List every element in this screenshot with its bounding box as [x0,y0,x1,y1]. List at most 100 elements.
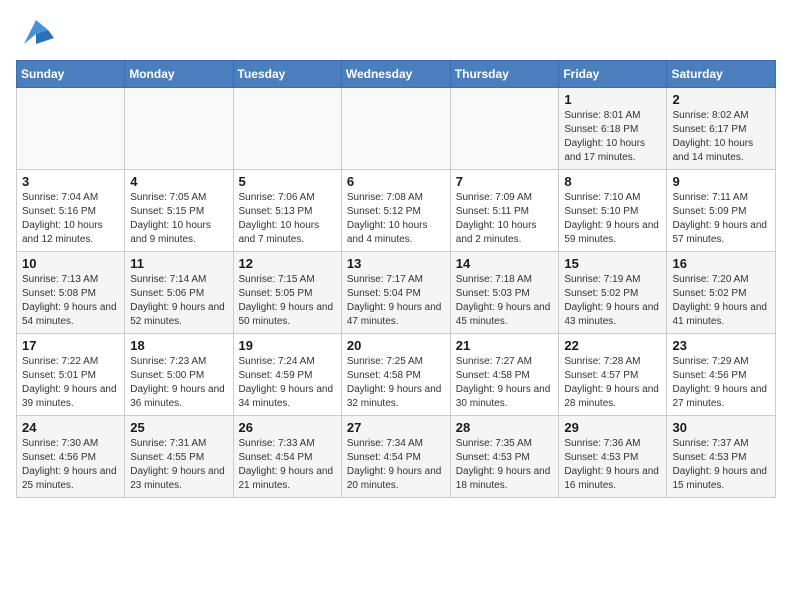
calendar-cell: 13 Sunrise: 7:17 AM Sunset: 5:04 PM Dayli… [341,252,450,334]
day-number: 23 [672,338,770,353]
calendar-cell: 2Sunrise: 8:02 AM Sunset: 6:17 PM Daylig… [667,88,776,170]
day-number: 5 [239,174,336,189]
day-info: Sunrise: 7:17 AM Sunset: 5:04 PM Dayligh… [347,273,445,329]
day-number: 2 [672,92,770,107]
calendar-cell: 10Sunrise: 7:13 AM Sunset: 5:08 PM Dayli… [17,252,125,334]
week-row-2: 3 Sunrise: 7:04 AM Sunset: 5:16 PM Daylig… [17,170,776,252]
day-info: Sunrise: 7:35 AM Sunset: 4:53 PM Dayligh… [456,437,554,493]
day-info: Sunrise: 7:15 AM Sunset: 5:05 PM Dayligh… [239,273,336,329]
weekday-header-friday: Friday [559,61,667,88]
calendar-cell: 16 Sunrise: 7:20 AM Sunset: 5:02 PM Dayli… [667,252,776,334]
day-number: 30 [672,420,770,435]
day-number: 18 [130,338,227,353]
calendar-cell: 4 Sunrise: 7:05 AM Sunset: 5:15 PM Daylig… [125,170,233,252]
weekday-header-thursday: Thursday [450,61,559,88]
day-number: 24 [22,420,119,435]
week-row-4: 17 Sunrise: 7:22 AM Sunset: 5:01 PM Dayli… [17,334,776,416]
day-info: Sunrise: 7:29 AM Sunset: 4:56 PM Dayligh… [672,355,770,411]
day-number: 9 [672,174,770,189]
day-info: Sunrise: 7:18 AM Sunset: 5:03 PM Dayligh… [456,273,554,329]
calendar-cell [17,88,125,170]
day-number: 7 [456,174,554,189]
day-info: Sunrise: 8:01 AM Sunset: 6:18 PM Dayligh… [564,109,661,165]
calendar-cell [233,88,341,170]
day-number: 16 [672,256,770,271]
day-number: 25 [130,420,227,435]
weekday-header-wednesday: Wednesday [341,61,450,88]
day-number: 13 [347,256,445,271]
weekday-header-tuesday: Tuesday [233,61,341,88]
day-info: Sunrise: 7:11 AM Sunset: 5:09 PM Dayligh… [672,191,770,247]
calendar-cell: 8 Sunrise: 7:10 AM Sunset: 5:10 PM Daylig… [559,170,667,252]
day-number: 20 [347,338,445,353]
calendar-cell: 21 Sunrise: 7:27 AM Sunset: 4:58 PM Dayli… [450,334,559,416]
weekday-header-sunday: Sunday [17,61,125,88]
day-info: Sunrise: 7:27 AM Sunset: 4:58 PM Dayligh… [456,355,554,411]
calendar-cell: 27 Sunrise: 7:34 AM Sunset: 4:54 PM Dayli… [341,416,450,498]
day-info: Sunrise: 7:04 AM Sunset: 5:16 PM Dayligh… [22,191,119,247]
day-info: Sunrise: 7:06 AM Sunset: 5:13 PM Dayligh… [239,191,336,247]
calendar: SundayMondayTuesdayWednesdayThursdayFrid… [16,60,776,498]
day-info: Sunrise: 7:19 AM Sunset: 5:02 PM Dayligh… [564,273,661,329]
calendar-cell: 6Sunrise: 7:08 AM Sunset: 5:12 PM Daylig… [341,170,450,252]
day-number: 27 [347,420,445,435]
calendar-cell: 1 Sunrise: 8:01 AM Sunset: 6:18 PM Daylig… [559,88,667,170]
calendar-cell: 7 Sunrise: 7:09 AM Sunset: 5:11 PM Daylig… [450,170,559,252]
day-number: 11 [130,256,227,271]
day-info: Sunrise: 7:37 AM Sunset: 4:53 PM Dayligh… [672,437,770,493]
calendar-cell: 25 Sunrise: 7:31 AM Sunset: 4:55 PM Dayli… [125,416,233,498]
day-number: 8 [564,174,661,189]
week-row-3: 10Sunrise: 7:13 AM Sunset: 5:08 PM Dayli… [17,252,776,334]
day-info: Sunrise: 7:10 AM Sunset: 5:10 PM Dayligh… [564,191,661,247]
day-number: 6 [347,174,445,189]
day-number: 22 [564,338,661,353]
day-info: Sunrise: 7:22 AM Sunset: 5:01 PM Dayligh… [22,355,119,411]
day-number: 14 [456,256,554,271]
weekday-header-row: SundayMondayTuesdayWednesdayThursdayFrid… [17,61,776,88]
week-row-5: 24 Sunrise: 7:30 AM Sunset: 4:56 PM Dayli… [17,416,776,498]
calendar-cell: 20 Sunrise: 7:25 AM Sunset: 4:58 PM Dayli… [341,334,450,416]
calendar-cell: 18 Sunrise: 7:23 AM Sunset: 5:00 PM Dayli… [125,334,233,416]
day-number: 21 [456,338,554,353]
calendar-cell: 17 Sunrise: 7:22 AM Sunset: 5:01 PM Dayli… [17,334,125,416]
calendar-cell [341,88,450,170]
day-info: Sunrise: 7:34 AM Sunset: 4:54 PM Dayligh… [347,437,445,493]
calendar-cell: 30 Sunrise: 7:37 AM Sunset: 4:53 PM Dayli… [667,416,776,498]
day-info: Sunrise: 7:31 AM Sunset: 4:55 PM Dayligh… [130,437,227,493]
calendar-cell: 22 Sunrise: 7:28 AM Sunset: 4:57 PM Dayli… [559,334,667,416]
calendar-cell: 9 Sunrise: 7:11 AM Sunset: 5:09 PM Daylig… [667,170,776,252]
day-info: Sunrise: 7:20 AM Sunset: 5:02 PM Dayligh… [672,273,770,329]
calendar-cell: 26Sunrise: 7:33 AM Sunset: 4:54 PM Dayli… [233,416,341,498]
day-info: Sunrise: 7:14 AM Sunset: 5:06 PM Dayligh… [130,273,227,329]
day-number: 29 [564,420,661,435]
day-info: Sunrise: 7:23 AM Sunset: 5:00 PM Dayligh… [130,355,227,411]
calendar-cell: 15Sunrise: 7:19 AM Sunset: 5:02 PM Dayli… [559,252,667,334]
day-info: Sunrise: 7:24 AM Sunset: 4:59 PM Dayligh… [239,355,336,411]
day-info: Sunrise: 7:36 AM Sunset: 4:53 PM Dayligh… [564,437,661,493]
weekday-header-monday: Monday [125,61,233,88]
day-info: Sunrise: 7:05 AM Sunset: 5:15 PM Dayligh… [130,191,227,247]
calendar-cell: 12 Sunrise: 7:15 AM Sunset: 5:05 PM Dayli… [233,252,341,334]
day-number: 1 [564,92,661,107]
day-number: 19 [239,338,336,353]
day-number: 4 [130,174,227,189]
calendar-cell [450,88,559,170]
day-number: 12 [239,256,336,271]
day-number: 28 [456,420,554,435]
calendar-cell [125,88,233,170]
calendar-cell: 24 Sunrise: 7:30 AM Sunset: 4:56 PM Dayli… [17,416,125,498]
day-info: Sunrise: 7:09 AM Sunset: 5:11 PM Dayligh… [456,191,554,247]
day-number: 10 [22,256,119,271]
logo-icon [16,16,56,52]
day-number: 17 [22,338,119,353]
day-info: Sunrise: 7:30 AM Sunset: 4:56 PM Dayligh… [22,437,119,493]
week-row-1: 1 Sunrise: 8:01 AM Sunset: 6:18 PM Daylig… [17,88,776,170]
logo [16,16,56,52]
calendar-cell: 11 Sunrise: 7:14 AM Sunset: 5:06 PM Dayli… [125,252,233,334]
calendar-cell: 5 Sunrise: 7:06 AM Sunset: 5:13 PM Daylig… [233,170,341,252]
day-info: Sunrise: 7:28 AM Sunset: 4:57 PM Dayligh… [564,355,661,411]
day-number: 26 [239,420,336,435]
calendar-cell: 14 Sunrise: 7:18 AM Sunset: 5:03 PM Dayli… [450,252,559,334]
day-info: Sunrise: 7:25 AM Sunset: 4:58 PM Dayligh… [347,355,445,411]
day-number: 3 [22,174,119,189]
